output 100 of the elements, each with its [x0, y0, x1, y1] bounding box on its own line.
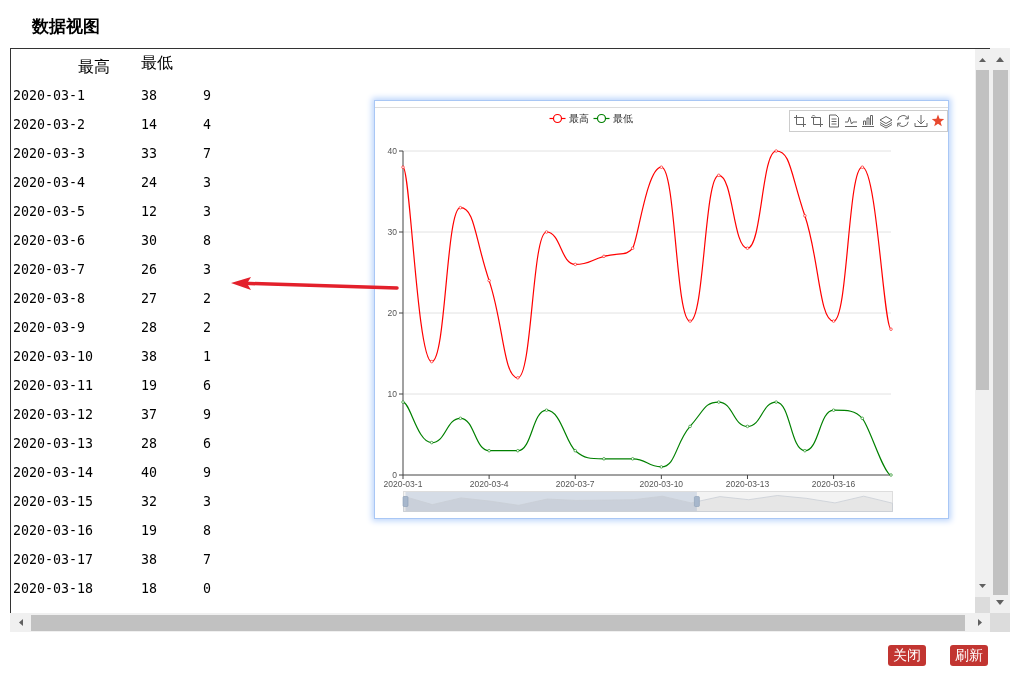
scrollbar-thumb[interactable]	[976, 70, 989, 390]
scrollbar-thumb[interactable]	[992, 70, 1008, 595]
value-cell-text: 1	[203, 347, 211, 366]
crop-back-icon[interactable]	[810, 114, 824, 128]
value-cell-text: 14	[141, 115, 157, 134]
data-point	[688, 319, 692, 323]
value-cell-text: 9	[203, 86, 211, 105]
data-point	[745, 424, 750, 428]
data-point	[659, 465, 663, 469]
data-point	[774, 149, 778, 153]
scrollbar-thumb[interactable]	[31, 614, 965, 631]
value-cell-text: 7	[203, 144, 211, 163]
close-button[interactable]: 关闭	[888, 645, 926, 666]
value-cell-text: 6	[203, 434, 211, 453]
refresh-button[interactable]: 刷新	[950, 645, 988, 666]
value-cell-text: 38	[141, 86, 157, 105]
axis-label: 10	[387, 389, 397, 399]
axis-label: 20	[387, 308, 397, 318]
axis-label: 2020-03-13	[725, 479, 770, 489]
scrollbar-corner	[990, 613, 1010, 632]
data-point	[832, 319, 836, 323]
value-cell-text: 0	[203, 579, 211, 598]
data-point	[832, 408, 836, 412]
date-cell-text: 2020-03-3	[13, 144, 86, 163]
data-point	[659, 165, 663, 169]
data-point	[803, 214, 807, 218]
bar-chart-icon[interactable]	[861, 115, 875, 127]
data-point	[573, 262, 577, 266]
value-cell-text: 9	[203, 463, 211, 482]
data-point	[860, 165, 864, 169]
scroll-down-icon[interactable]	[996, 599, 1004, 605]
data-point	[430, 360, 434, 364]
legend-label[interactable]: 最低	[612, 113, 633, 124]
value-cell-text: 18	[141, 579, 157, 598]
value-cell-text: 32	[141, 492, 157, 511]
value-cell-text: 37	[141, 405, 157, 424]
date-cell-text: 2020-03-17	[13, 550, 94, 569]
data-point	[487, 279, 491, 283]
date-cell-text: 2020-03-13	[13, 434, 94, 453]
document-icon[interactable]	[829, 114, 839, 128]
value-cell-text: 8	[203, 521, 211, 540]
scroll-down-icon[interactable]	[979, 584, 986, 588]
legend-marker-icon[interactable]	[592, 113, 611, 124]
zoom-handle[interactable]	[694, 496, 700, 507]
date-cell-text: 2020-03-9	[13, 318, 86, 337]
crop-icon[interactable]	[793, 114, 807, 128]
zoom-handle[interactable]	[402, 496, 409, 507]
data-point	[487, 449, 491, 453]
data-point	[889, 327, 893, 331]
legend-marker-icon[interactable]	[548, 113, 567, 124]
data-point	[516, 449, 520, 453]
date-cell-text: 2020-03-10	[13, 347, 94, 366]
layers-icon[interactable]	[879, 116, 893, 129]
date-cell-text: 2020-03-11	[13, 376, 94, 395]
date-cell-text: 2020-03-8	[13, 289, 86, 308]
axis-label: 2020-03-10	[639, 479, 684, 489]
legend-label[interactable]: 最高	[568, 113, 589, 124]
scroll-right-icon[interactable]	[978, 619, 982, 626]
value-cell-text: 38	[141, 550, 157, 569]
data-point	[516, 376, 520, 380]
data-point	[745, 246, 750, 250]
refresh-icon[interactable]	[897, 115, 909, 127]
axis-label: 2020-03-7	[555, 479, 595, 489]
data-point	[544, 230, 549, 234]
value-cell-text: 6	[203, 376, 211, 395]
line-chart-icon[interactable]	[844, 116, 858, 127]
data-point	[544, 408, 549, 412]
value-cell-text: 33	[141, 144, 157, 163]
data-point	[717, 400, 721, 404]
data-point	[602, 254, 606, 258]
value-cell-text: 9	[203, 405, 211, 424]
download-icon[interactable]	[914, 114, 928, 127]
value-cell-text: 27	[141, 289, 157, 308]
value-cell-text: 40	[141, 463, 157, 482]
value-cell-text: 24	[141, 173, 157, 192]
data-point	[717, 173, 721, 177]
scroll-up-icon[interactable]	[979, 57, 986, 62]
data-point	[401, 165, 405, 169]
scroll-left-icon[interactable]	[18, 619, 23, 626]
date-cell-text: 2020-03-12	[13, 405, 94, 424]
value-cell-text: 30	[141, 231, 157, 250]
value-cell-text: 28	[141, 434, 157, 453]
date-cell-text: 2020-03-15	[13, 492, 94, 511]
value-cell-text: 12	[141, 202, 157, 221]
axis-label: 40	[387, 146, 397, 156]
value-cell-text: 38	[141, 347, 157, 366]
star-icon[interactable]	[931, 114, 945, 127]
value-cell-text: 3	[203, 260, 211, 279]
column-header: 最高	[78, 56, 110, 77]
value-cell-text: 3	[203, 173, 211, 192]
scroll-up-icon[interactable]	[996, 56, 1004, 62]
data-point	[803, 449, 807, 453]
data-point	[774, 400, 778, 404]
data-point	[860, 416, 864, 420]
data-point	[430, 441, 434, 445]
data-point	[631, 246, 635, 250]
data-point	[458, 416, 462, 420]
axis-label: 2020-03-4	[469, 479, 509, 489]
axis-label: 30	[387, 227, 397, 237]
value-cell-text: 2	[203, 289, 211, 308]
